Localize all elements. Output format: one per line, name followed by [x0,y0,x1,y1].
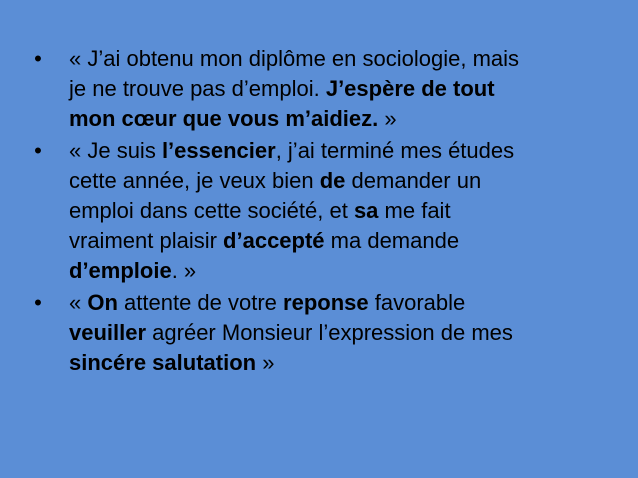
text-line: « On attente de votre reponse favorable [69,288,620,318]
text-run-bold: reponse [283,290,369,315]
bullet-list: • « J’ai obtenu mon diplôme en sociologi… [30,44,620,380]
text-run: « [69,290,88,315]
text-line: « Je suis l’essencier, j’ai terminé mes … [69,136,620,166]
text-run-bold: veuiller [69,320,147,345]
text-line: vraiment plaisir d’accepté ma demande [69,226,620,256]
text-line: sincére salutation » [69,348,620,378]
text-run: emploi dans cette société, et [69,198,354,223]
slide: • « J’ai obtenu mon diplôme en sociologi… [0,0,638,478]
text-run: , j’ai terminé mes études [275,138,515,163]
text-run: je ne trouve pas d’emploi. [69,76,326,101]
text-run: vraiment plaisir [69,228,224,253]
text-run-bold: mon cœur que vous m’aidiez. [69,106,379,131]
text-line: mon cœur que vous m’aidiez. » [69,104,620,134]
text-run-bold: l’essencier [161,138,276,163]
text-run: « Je suis [69,138,162,163]
text-run-bold: sincére salutation [69,350,257,375]
text-run: favorable [368,290,466,315]
text-run: » [256,350,275,375]
bullet-item: • « J’ai obtenu mon diplôme en sociologi… [30,44,620,134]
text-run: attente de votre [117,290,284,315]
text-line: emploi dans cette société, et sa me fait [69,196,620,226]
text-run: me fait [378,198,451,223]
text-run-bold: de [319,168,346,193]
text-run: « J’ai obtenu mon diplôme en sociologie,… [69,46,520,71]
text-run: cette année, je veux bien [69,168,320,193]
text-run: ma demande [324,228,460,253]
bullet-text: « Je suis l’essencier, j’ai terminé mes … [69,136,620,286]
text-run: demander un [345,168,482,193]
text-line: je ne trouve pas d’emploi. J’espère de t… [69,74,620,104]
bullet-text: « J’ai obtenu mon diplôme en sociologie,… [69,44,620,134]
text-run: agréer Monsieur l’expression de mes [146,320,513,345]
text-run: . » [171,258,197,283]
text-line: veuiller agréer Monsieur l’expression de… [69,318,620,348]
bullet-item: • « Je suis l’essencier, j’ai terminé me… [30,136,620,286]
text-line: cette année, je veux bien de demander un [69,166,620,196]
text-run-bold: d’emploie [69,258,172,283]
text-line: d’emploie. » [69,256,620,286]
text-run-bold: On [87,290,118,315]
bullet-dot-icon: • [34,46,42,71]
text-line: « J’ai obtenu mon diplôme en sociologie,… [69,44,620,74]
text-run-bold: d’accepté [223,228,325,253]
text-run: » [378,106,397,131]
bullet-text: « On attente de votre reponse favorable … [69,288,620,378]
text-run-bold: sa [353,198,379,223]
bullet-dot-icon: • [34,290,42,315]
text-run-bold: J’espère de tout [325,76,495,101]
bullet-dot-icon: • [34,138,42,163]
bullet-item: • « On attente de votre reponse favorabl… [30,288,620,378]
